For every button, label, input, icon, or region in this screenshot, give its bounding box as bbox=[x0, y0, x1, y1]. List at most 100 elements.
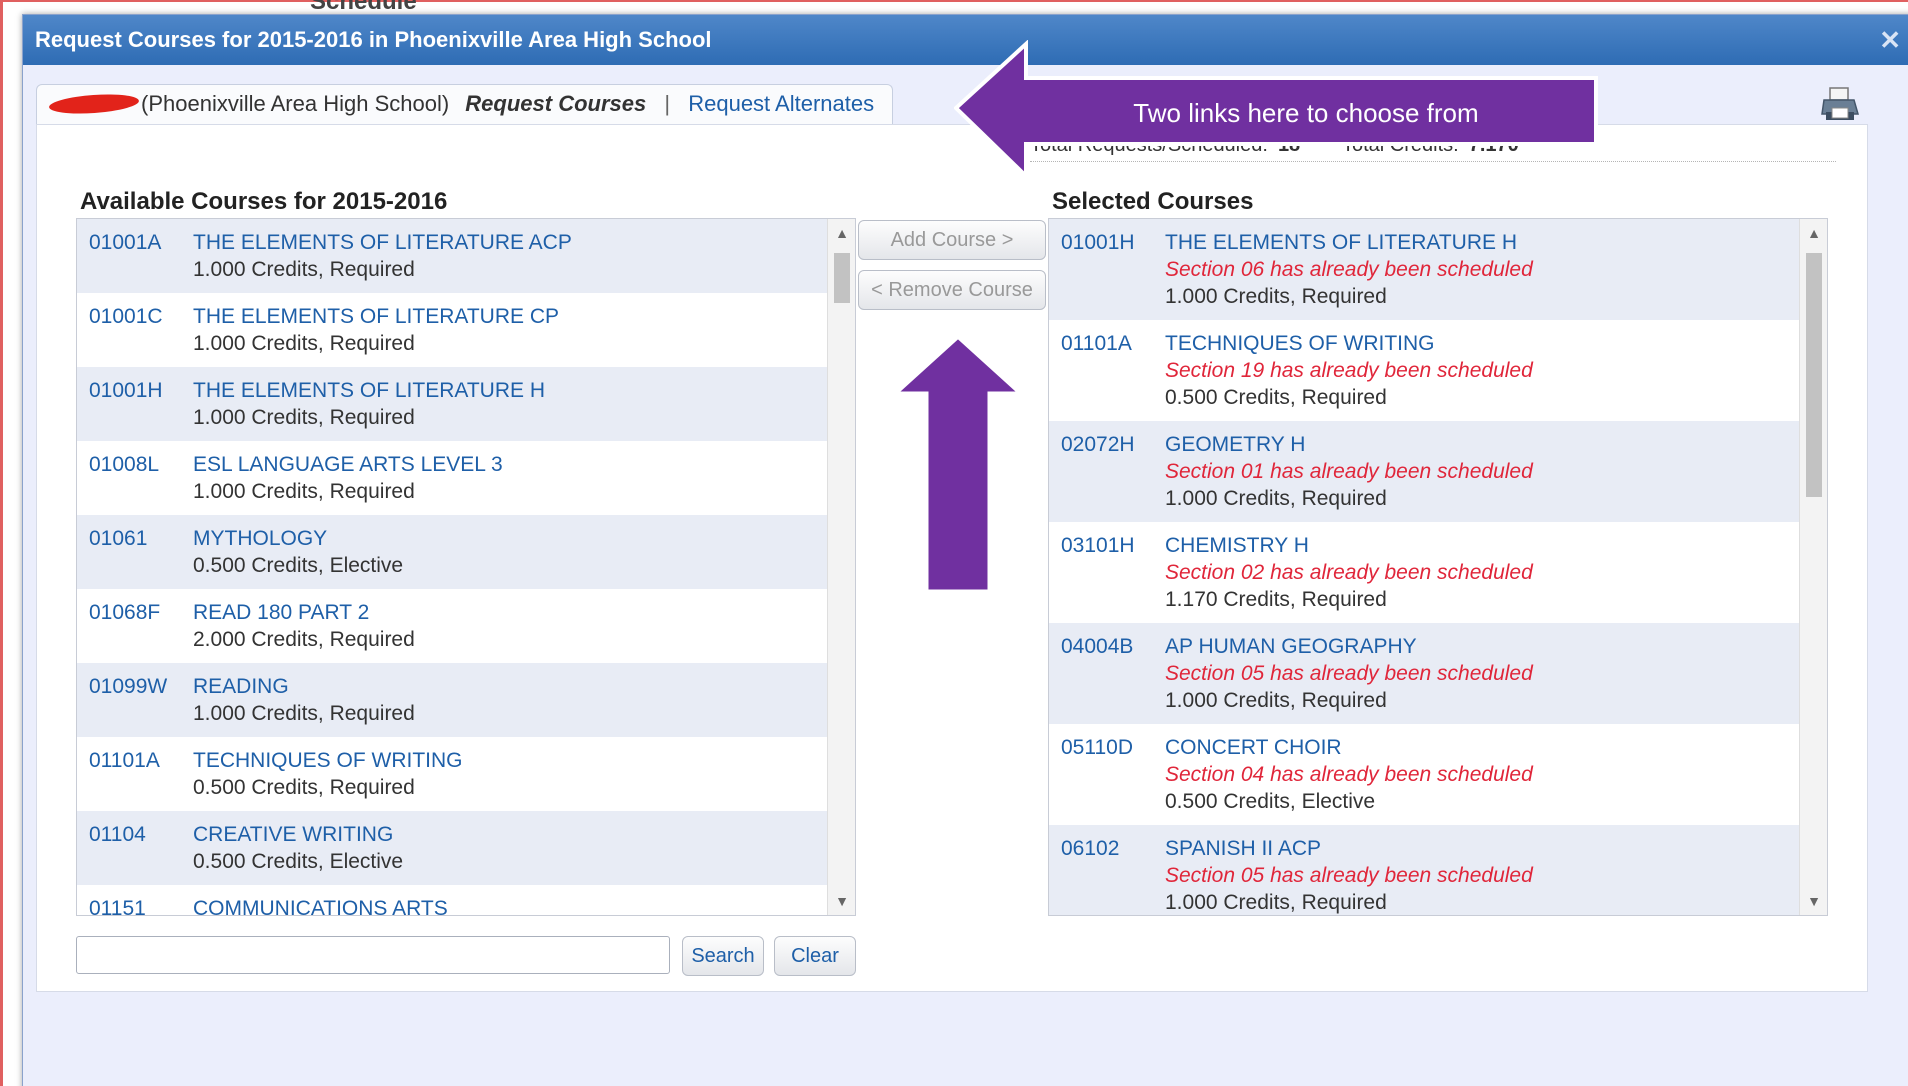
course-credits: 0.500 Credits, Elective bbox=[1165, 790, 1376, 813]
course-code: 01001H bbox=[1061, 231, 1135, 254]
scheduled-note: Section 19 has already been scheduled bbox=[1165, 359, 1533, 382]
school-name: (Phoenixville Area High School) bbox=[141, 91, 450, 116]
course-name-link[interactable]: TECHNIQUES OF WRITING bbox=[1165, 330, 1815, 357]
selected-course-row[interactable]: 01001H THE ELEMENTS OF LITERATURE H Sectio… bbox=[1049, 219, 1827, 320]
course-info: MYTHOLOGY 0.500 Credits, Elective bbox=[193, 525, 843, 579]
course-name-link[interactable]: THE ELEMENTS OF LITERATURE CP bbox=[193, 303, 843, 330]
scroll-up-icon[interactable]: ▲ bbox=[828, 221, 855, 245]
selected-course-row[interactable]: 01101A TECHNIQUES OF WRITING Section 19 ha… bbox=[1049, 320, 1827, 421]
scroll-up-icon[interactable]: ▲ bbox=[1800, 221, 1827, 245]
course-info: CREATIVE WRITING 0.500 Credits, Elective bbox=[193, 821, 843, 875]
course-name-link[interactable]: CONCERT CHOIR bbox=[1165, 734, 1815, 761]
add-course-button[interactable]: Add Course > bbox=[858, 220, 1046, 260]
available-course-row[interactable]: 01001C THE ELEMENTS OF LITERATURE CP 1.000… bbox=[77, 293, 855, 367]
annotation-callout-text: Two links here to choose from bbox=[1133, 98, 1479, 128]
course-info: THE ELEMENTS OF LITERATURE CP 1.000 Credi… bbox=[193, 303, 843, 357]
available-course-row[interactable]: 01101A TECHNIQUES OF WRITING 0.500 Credits… bbox=[77, 737, 855, 811]
course-name-link[interactable]: COMMUNICATIONS ARTS bbox=[193, 895, 843, 915]
selected-course-row[interactable]: 05110D CONCERT CHOIR Section 04 has alread… bbox=[1049, 724, 1827, 825]
available-scroll-thumb[interactable] bbox=[834, 253, 850, 303]
course-name-link[interactable]: READING bbox=[193, 673, 843, 700]
course-info: ESL LANGUAGE ARTS LEVEL 3 1.000 Credits, … bbox=[193, 451, 843, 505]
course-code: 06102 bbox=[1061, 837, 1120, 860]
course-code: 01104 bbox=[89, 823, 146, 846]
available-course-row[interactable]: 01104 CREATIVE WRITING 0.500 Credits, Elec… bbox=[77, 811, 855, 885]
printer-icon[interactable] bbox=[1820, 86, 1860, 124]
course-name-link[interactable]: THE ELEMENTS OF LITERATURE H bbox=[1165, 229, 1815, 256]
course-credits: 1.170 Credits, Required bbox=[1165, 588, 1387, 611]
course-code: 04004B bbox=[1061, 635, 1134, 658]
selected-scrollbar[interactable]: ▲ ▼ bbox=[1799, 219, 1827, 915]
scheduled-note: Section 06 has already been scheduled bbox=[1165, 258, 1533, 281]
scheduled-note: Section 05 has already been scheduled bbox=[1165, 662, 1533, 685]
scheduled-note: Section 01 has already been scheduled bbox=[1165, 460, 1533, 483]
course-name-link[interactable]: THE ELEMENTS OF LITERATURE H bbox=[193, 377, 843, 404]
course-name-link[interactable]: ESL LANGUAGE ARTS LEVEL 3 bbox=[193, 451, 843, 478]
course-info: THE ELEMENTS OF LITERATURE H Section 06 h… bbox=[1165, 229, 1815, 310]
tab-request-courses[interactable]: Request Courses bbox=[465, 91, 646, 116]
search-button[interactable]: Search bbox=[682, 936, 764, 976]
course-name-link[interactable]: READ 180 PART 2 bbox=[193, 599, 843, 626]
course-code: 02072H bbox=[1061, 433, 1135, 456]
course-code: 01101A bbox=[89, 749, 160, 772]
course-name-link[interactable]: MYTHOLOGY bbox=[193, 525, 843, 552]
selected-course-row[interactable]: 04004B AP HUMAN GEOGRAPHY Section 05 has a… bbox=[1049, 623, 1827, 724]
close-icon[interactable]: ✕ bbox=[1879, 25, 1901, 56]
course-credits: 1.000 Credits, Required bbox=[193, 258, 415, 281]
course-code: 01061 bbox=[89, 527, 148, 550]
scroll-down-icon[interactable]: ▼ bbox=[828, 889, 855, 913]
course-name-link[interactable]: CHEMISTRY H bbox=[1165, 532, 1815, 559]
course-info: SPANISH II ACP Section 05 has already bee… bbox=[1165, 835, 1815, 915]
course-name-link[interactable]: SPANISH II ACP bbox=[1165, 835, 1815, 862]
background-top-edge bbox=[0, 0, 1908, 6]
selected-course-row[interactable]: 02072H GEOMETRY H Section 01 has already b… bbox=[1049, 421, 1827, 522]
available-course-row[interactable]: 01068F READ 180 PART 2 2.000 Credits, Requ… bbox=[77, 589, 855, 663]
course-code: 03101H bbox=[1061, 534, 1135, 557]
tab-request-alternates[interactable]: Request Alternates bbox=[688, 91, 874, 116]
course-credits: 0.500 Credits, Required bbox=[1165, 386, 1387, 409]
available-course-row[interactable]: 01061 MYTHOLOGY 0.500 Credits, Elective bbox=[77, 515, 855, 589]
course-credits: 1.000 Credits, Required bbox=[193, 332, 415, 355]
course-credits: 0.500 Credits, Elective bbox=[193, 850, 404, 873]
course-code: 01099W bbox=[89, 675, 168, 698]
selected-course-row[interactable]: 03101H CHEMISTRY H Section 02 has already … bbox=[1049, 522, 1827, 623]
course-credits: 1.000 Credits, Required bbox=[1165, 487, 1387, 510]
available-course-row[interactable]: 01008L ESL LANGUAGE ARTS LEVEL 3 1.000 Cre… bbox=[77, 441, 855, 515]
course-info: READING 1.000 Credits, Required bbox=[193, 673, 843, 727]
course-credits: 1.000 Credits, Required bbox=[193, 406, 415, 429]
available-course-row[interactable]: 01001H THE ELEMENTS OF LITERATURE H 1.000 … bbox=[77, 367, 855, 441]
course-code: 01101A bbox=[1061, 332, 1132, 355]
course-name-link[interactable]: TECHNIQUES OF WRITING bbox=[193, 747, 843, 774]
available-course-row[interactable]: 01151 COMMUNICATIONS ARTS bbox=[77, 885, 855, 916]
clear-button[interactable]: Clear bbox=[774, 936, 856, 976]
course-info: GEOMETRY H Section 01 has already been sc… bbox=[1165, 431, 1815, 512]
course-code: 01001A bbox=[89, 231, 162, 254]
search-input[interactable] bbox=[76, 936, 670, 974]
selected-scroll-thumb[interactable] bbox=[1806, 253, 1822, 497]
course-name-link[interactable]: CREATIVE WRITING bbox=[193, 821, 843, 848]
available-courses-list[interactable]: 01001A THE ELEMENTS OF LITERATURE ACP 1.00… bbox=[76, 218, 856, 916]
course-name-link[interactable]: THE ELEMENTS OF LITERATURE ACP bbox=[193, 229, 843, 256]
course-info: COMMUNICATIONS ARTS bbox=[193, 895, 843, 915]
course-code: 01068F bbox=[89, 601, 161, 624]
course-credits: 1.000 Credits, Required bbox=[1165, 689, 1387, 712]
available-course-row[interactable]: 01099W READING 1.000 Credits, Required bbox=[77, 663, 855, 737]
scheduled-note: Section 02 has already been scheduled bbox=[1165, 561, 1533, 584]
scroll-down-icon[interactable]: ▼ bbox=[1800, 889, 1827, 913]
course-name-link[interactable]: GEOMETRY H bbox=[1165, 431, 1815, 458]
available-scrollbar[interactable]: ▲ ▼ bbox=[827, 219, 855, 915]
scheduled-note: Section 04 has already been scheduled bbox=[1165, 763, 1533, 786]
annotation-up-arrow bbox=[888, 332, 1028, 595]
course-code: 01001H bbox=[89, 379, 163, 402]
course-credits: 2.000 Credits, Required bbox=[193, 628, 415, 651]
available-course-row[interactable]: 01001A THE ELEMENTS OF LITERATURE ACP 1.00… bbox=[77, 219, 855, 293]
course-name-link[interactable]: AP HUMAN GEOGRAPHY bbox=[1165, 633, 1815, 660]
course-info: READ 180 PART 2 2.000 Credits, Required bbox=[193, 599, 843, 653]
selected-courses-heading: Selected Courses bbox=[1052, 188, 1254, 215]
selected-course-row[interactable]: 06102 SPANISH II ACP Section 05 has alread… bbox=[1049, 825, 1827, 915]
tab-bar: (Phoenixville Area High School) Request … bbox=[36, 84, 894, 124]
selected-courses-list[interactable]: 01001H THE ELEMENTS OF LITERATURE H Sectio… bbox=[1048, 218, 1828, 916]
remove-course-button[interactable]: < Remove Course bbox=[858, 270, 1046, 310]
course-code: 01151 bbox=[89, 897, 146, 916]
course-credits: 0.500 Credits, Elective bbox=[193, 554, 404, 577]
